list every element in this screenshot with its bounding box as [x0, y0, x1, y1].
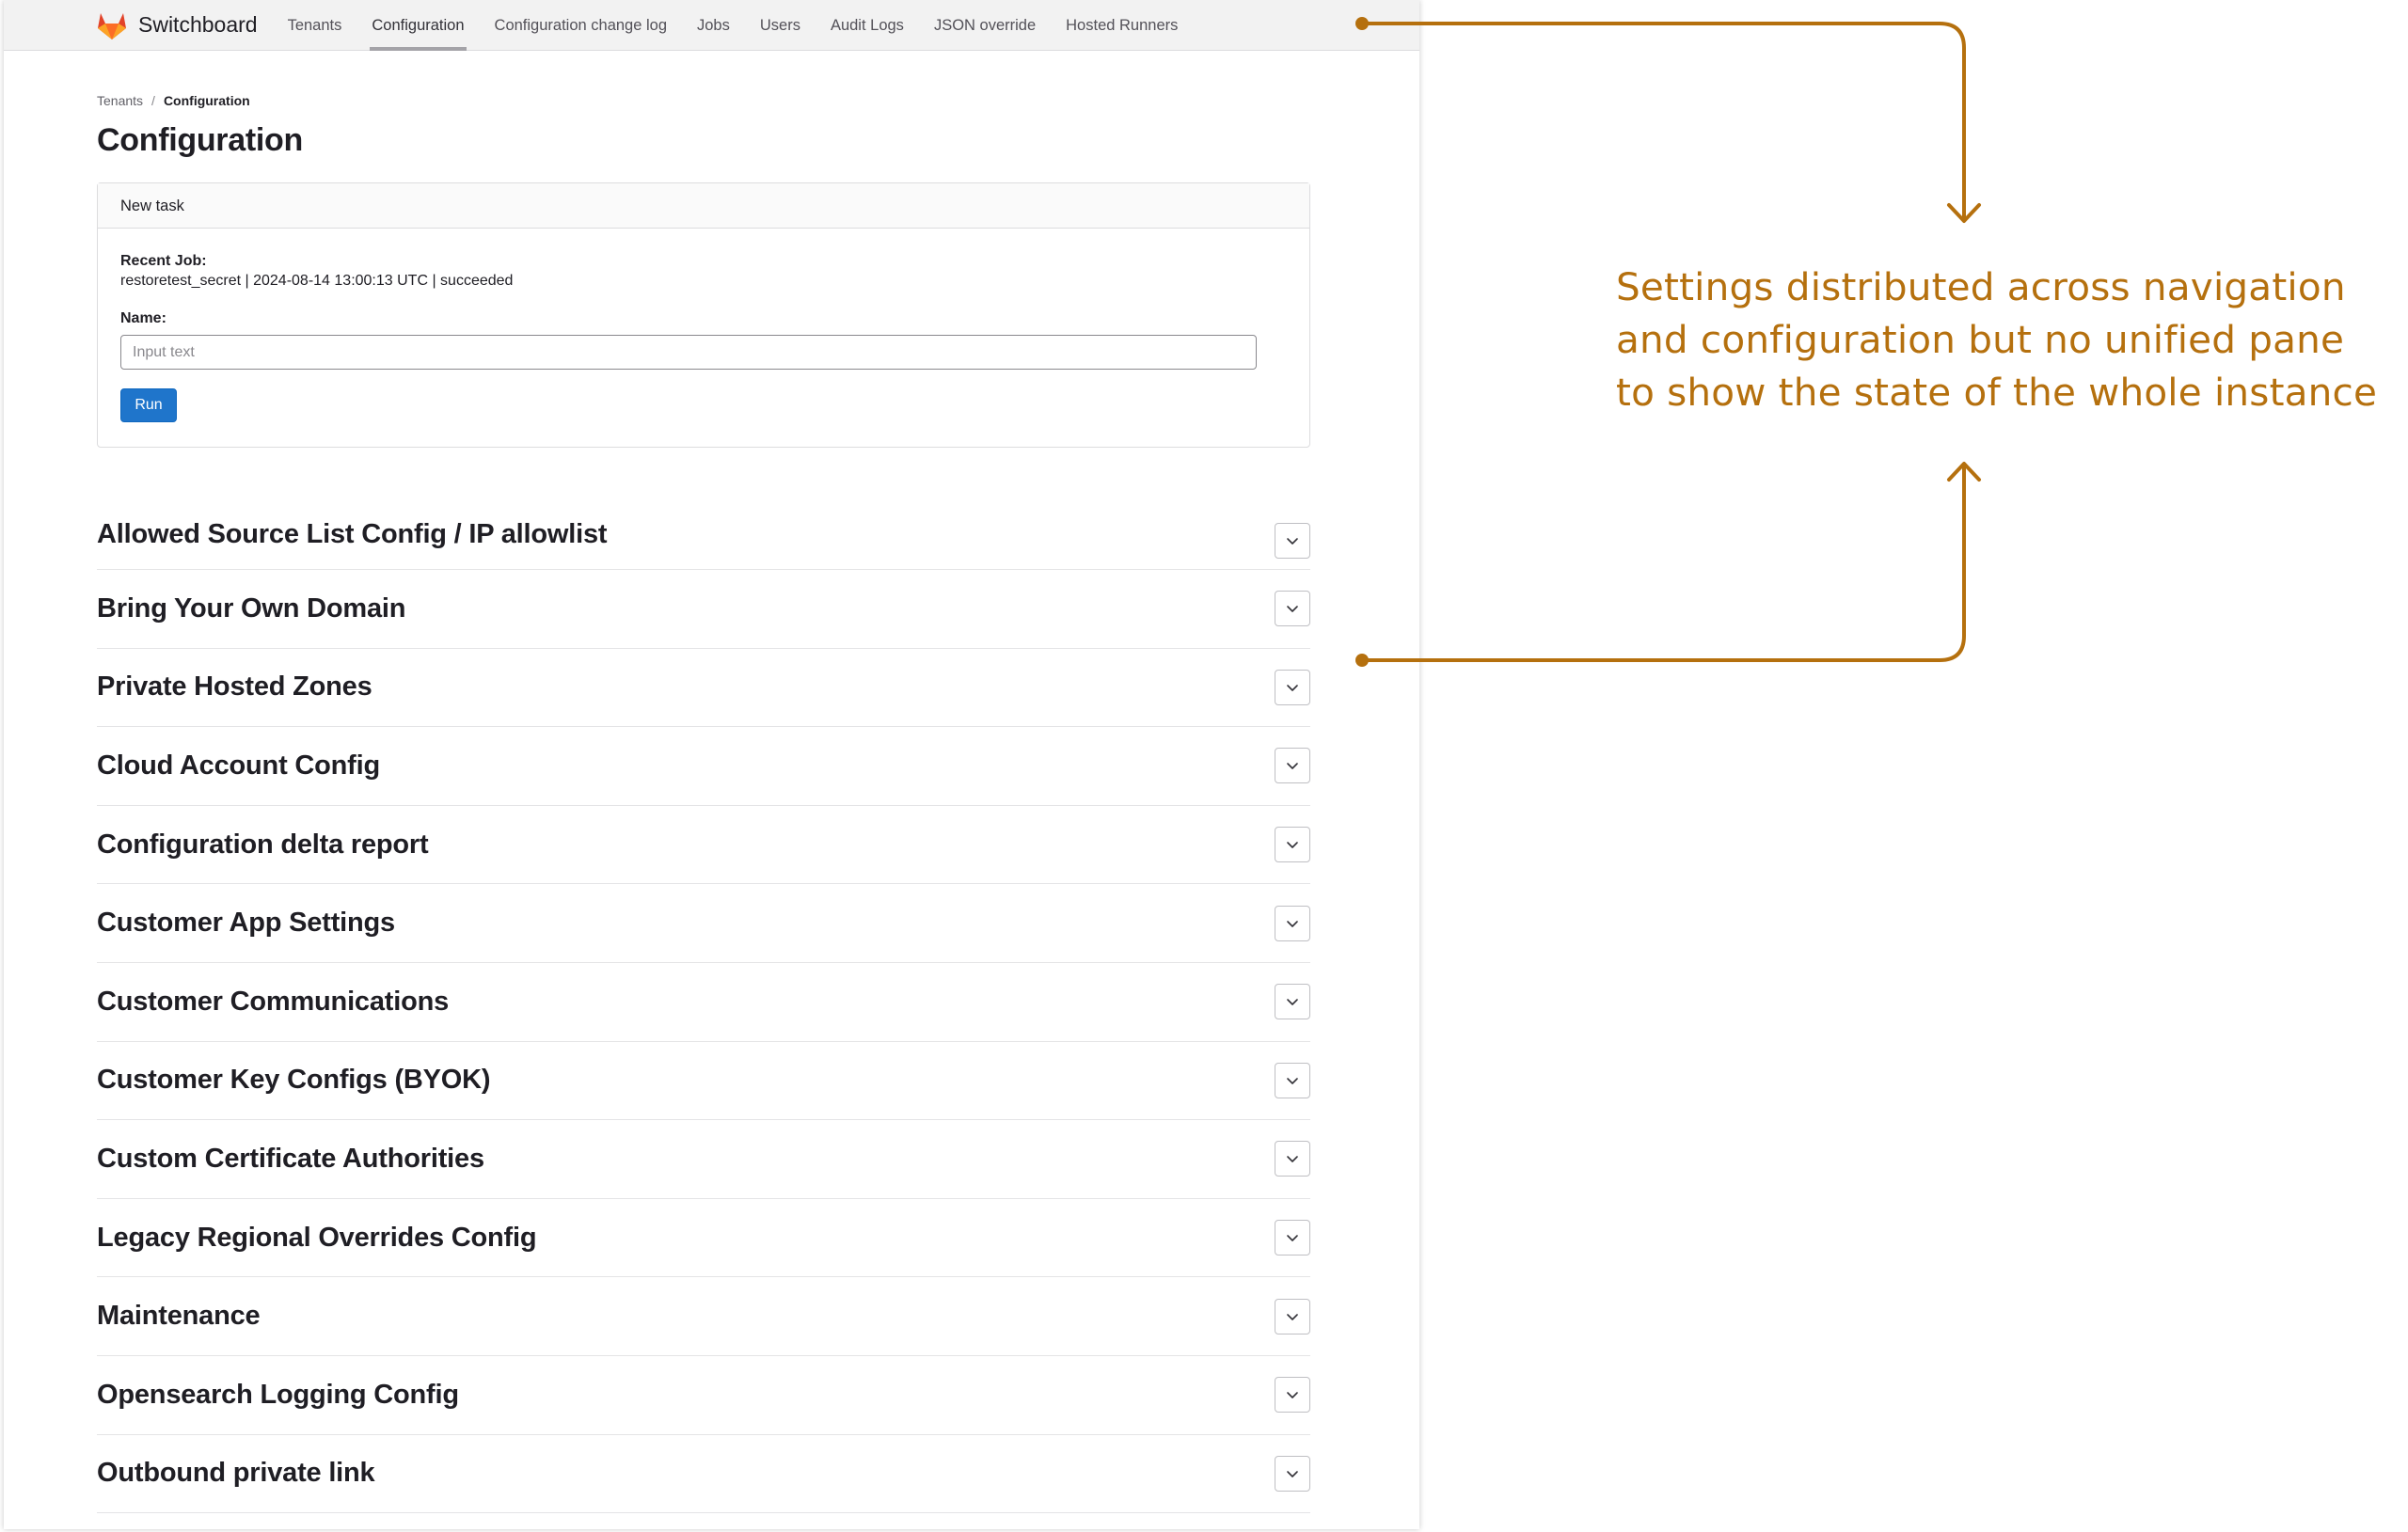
- connector-bottom: [1360, 463, 1966, 662]
- config-section-title: Allowed Source List Config / IP allowlis…: [97, 519, 608, 549]
- config-section-row[interactable]: Customer Communications: [97, 963, 1310, 1042]
- nav-tab-jobs[interactable]: Jobs: [695, 0, 732, 51]
- config-section-title: Cloud Account Config: [97, 750, 380, 781]
- annotation-line-3: to show the state of the whole instance: [1616, 370, 2378, 415]
- expand-section-button[interactable]: [1275, 1455, 1310, 1492]
- breadcrumb-current: Configuration: [163, 93, 250, 108]
- brand-name: Switchboard: [138, 12, 258, 37]
- nav-tab-audit-logs[interactable]: Audit Logs: [829, 0, 906, 51]
- expand-section-button[interactable]: [1275, 1377, 1310, 1414]
- chevron-down-icon: [1287, 1471, 1298, 1477]
- nav-tab-tenants[interactable]: Tenants: [286, 0, 344, 51]
- expand-section-button[interactable]: [1275, 1298, 1310, 1335]
- expand-section-button[interactable]: [1275, 1141, 1310, 1177]
- config-section-title: Customer App Settings: [97, 908, 395, 939]
- expand-section-button[interactable]: [1275, 1062, 1310, 1098]
- config-section-title: Legacy Regional Overrides Config: [97, 1222, 537, 1253]
- fox-logo-icon: [98, 12, 126, 39]
- expand-section-button[interactable]: [1275, 905, 1310, 941]
- chevron-down-icon: [1287, 999, 1298, 1006]
- name-input[interactable]: [120, 335, 1257, 370]
- nav-tab-configuration-change-log[interactable]: Configuration change log: [493, 0, 669, 51]
- chevron-down-icon: [1287, 763, 1298, 770]
- config-section-title: Maintenance: [97, 1301, 261, 1332]
- breadcrumb-tenants[interactable]: Tenants: [97, 93, 143, 108]
- chevron-down-icon: [1287, 538, 1298, 545]
- config-section-title: Customer Key Configs (BYOK): [97, 1065, 491, 1096]
- config-section-row[interactable]: Private Hosted Zones: [97, 649, 1310, 728]
- brand[interactable]: Switchboard: [95, 10, 258, 40]
- chevron-down-icon: [1287, 920, 1298, 927]
- config-section-row[interactable]: Outbound private link: [97, 1435, 1310, 1514]
- config-section-title: Outbound private link: [97, 1458, 375, 1489]
- main-content: Tenants / Configuration Configuration Ne…: [4, 51, 1321, 1514]
- config-section-title: Customer Communications: [97, 986, 450, 1017]
- annotation-line-1: Settings distributed across navigation: [1616, 264, 2346, 309]
- chevron-down-icon: [1287, 842, 1298, 848]
- expand-section-button[interactable]: [1275, 748, 1310, 784]
- expand-section-button[interactable]: [1275, 827, 1310, 863]
- config-sections-list: Allowed Source List Config / IP allowlis…: [97, 508, 1310, 1514]
- config-section-row[interactable]: Allowed Source List Config / IP allowlis…: [97, 508, 1310, 570]
- new-task-header: New task: [98, 183, 1309, 229]
- chevron-down-icon: [1287, 1235, 1298, 1241]
- run-button[interactable]: Run: [120, 388, 177, 422]
- recent-job-value: restoretest_secret | 2024-08-14 13:00:13…: [120, 273, 514, 289]
- expand-section-button[interactable]: [1275, 523, 1310, 559]
- nav-tab-configuration[interactable]: Configuration: [370, 0, 467, 51]
- connector-top: [1360, 22, 1966, 222]
- recent-job-label: Recent Job:: [120, 253, 207, 269]
- config-section-row[interactable]: Custom Certificate Authorities: [97, 1120, 1310, 1199]
- expand-section-button[interactable]: [1275, 669, 1310, 705]
- chevron-down-icon: [1287, 1313, 1298, 1320]
- page-title: Configuration: [97, 122, 303, 158]
- annotation-callout: Settings distributed across navigation a…: [1616, 261, 2387, 419]
- config-section-row[interactable]: Customer App Settings: [97, 884, 1310, 963]
- expand-section-button[interactable]: [1275, 591, 1310, 627]
- config-section-row[interactable]: Customer Key Configs (BYOK): [97, 1042, 1310, 1121]
- new-task-card: New task Recent Job: restoretest_secret …: [97, 182, 1310, 448]
- config-section-row[interactable]: Maintenance: [97, 1277, 1310, 1356]
- config-section-row[interactable]: Bring Your Own Domain: [97, 570, 1310, 649]
- nav-tab-hosted-runners[interactable]: Hosted Runners: [1064, 0, 1180, 51]
- config-section-row[interactable]: Legacy Regional Overrides Config: [97, 1199, 1310, 1278]
- name-label: Name:: [120, 310, 166, 326]
- arrowhead-up: [1947, 462, 1981, 482]
- breadcrumb: Tenants / Configuration: [97, 92, 1321, 109]
- config-section-title: Custom Certificate Authorities: [97, 1143, 484, 1174]
- config-section-title: Private Hosted Zones: [97, 671, 372, 703]
- config-section-title: Opensearch Logging Config: [97, 1379, 459, 1410]
- chevron-down-icon: [1287, 606, 1298, 613]
- chevron-down-icon: [1287, 1156, 1298, 1163]
- config-section-title: Bring Your Own Domain: [97, 592, 406, 624]
- app-window: Switchboard Tenants Configuration Configur…: [4, 0, 1419, 1529]
- expand-section-button[interactable]: [1275, 984, 1310, 1020]
- breadcrumb-separator: /: [151, 93, 155, 108]
- nav-tab-users[interactable]: Users: [758, 0, 802, 51]
- chevron-down-icon: [1287, 1078, 1298, 1084]
- nav-tabs: Tenants Configuration Configuration change…: [286, 0, 1207, 51]
- nav-tab-json-override[interactable]: JSON override: [932, 0, 1038, 51]
- config-section-row[interactable]: Cloud Account Config: [97, 727, 1310, 806]
- expand-section-button[interactable]: [1275, 1220, 1310, 1256]
- annotation-line-2: and configuration but no unified pane: [1616, 317, 2345, 362]
- config-section-title: Configuration delta report: [97, 829, 429, 860]
- config-section-row[interactable]: Opensearch Logging Config: [97, 1356, 1310, 1435]
- arrowhead-down: [1947, 203, 1981, 223]
- chevron-down-icon: [1287, 1392, 1298, 1399]
- top-navigation: Switchboard Tenants Configuration Configur…: [4, 0, 1419, 51]
- new-task-body: Recent Job: restoretest_secret | 2024-08…: [98, 229, 1309, 447]
- chevron-down-icon: [1287, 685, 1298, 691]
- config-section-row[interactable]: Configuration delta report: [97, 806, 1310, 885]
